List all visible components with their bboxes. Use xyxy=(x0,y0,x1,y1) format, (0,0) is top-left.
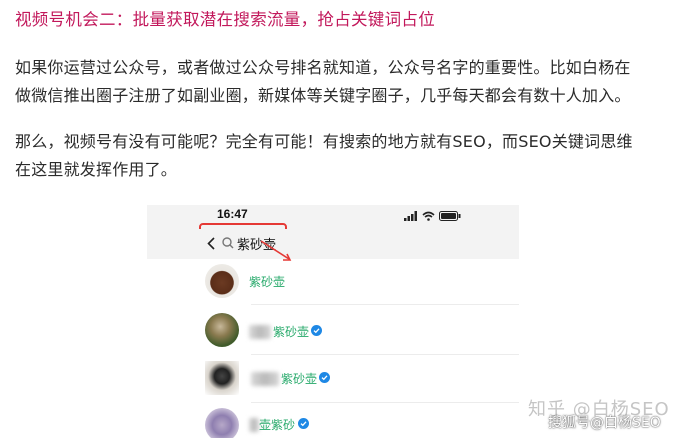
result-row[interactable]: 紫砂壶 xyxy=(147,307,519,355)
avatar xyxy=(205,361,239,395)
result-row[interactable]: 紫砂壶 xyxy=(147,355,519,403)
result-name: 紫砂壶 xyxy=(281,372,318,386)
search-bar[interactable]: 紫砂壶 xyxy=(147,229,519,259)
blurred-prefix xyxy=(249,325,271,339)
avatar xyxy=(205,408,239,438)
blurred-prefix xyxy=(249,418,259,432)
avatar xyxy=(205,313,239,347)
embedded-phone-screenshot: 16:47 紫砂壶 紫砂壶 紫砂壶 紫砂壶 壶紫砂 xyxy=(147,205,519,438)
sohu-watermark: 搜狐号@白杨SEO xyxy=(548,415,661,431)
status-icons xyxy=(404,211,461,221)
avatar xyxy=(205,264,239,298)
result-row[interactable]: 壶紫砂 xyxy=(147,403,519,438)
result-name: 壶紫砂 xyxy=(259,418,296,432)
result-row[interactable]: 紫砂壶 xyxy=(147,259,519,305)
battery-icon xyxy=(439,211,461,221)
article-page: 视频号机会二：批量获取潜在搜索流量，抢占关键词占位 如果你运营过公众号，或者做过… xyxy=(0,0,688,438)
status-time: 16:47 xyxy=(217,207,248,221)
row-divider xyxy=(251,304,519,305)
paragraph-2: 那么，视频号有没有可能呢？完全有可能！有搜索的地方就有SEO，而SEO关键词思维… xyxy=(15,128,633,184)
paragraph-2-line-2: 在这里就发挥作用了。 xyxy=(15,160,178,179)
back-chevron-icon[interactable] xyxy=(207,237,215,250)
paragraph-1-line-1: 如果你运营过公众号，或者做过公众号排名就知道，公众号名字的重要性。比如白杨在 xyxy=(15,58,631,77)
signal-icon xyxy=(404,211,417,221)
verified-badge-icon xyxy=(298,418,309,429)
paragraph-1-line-2: 做微信推出圈子注册了如副业圈，新媒体等关键字圈子，几乎每天都会有数十人加入。 xyxy=(15,86,631,105)
blurred-prefix xyxy=(251,372,279,386)
section-heading: 视频号机会二：批量获取潜在搜索流量，抢占关键词占位 xyxy=(15,10,435,29)
wifi-icon xyxy=(422,211,435,221)
result-name: 紫砂壶 xyxy=(249,275,286,289)
paragraph-2-line-1: 那么，视频号有没有可能呢？完全有可能！有搜索的地方就有SEO，而SEO关键词思维 xyxy=(15,132,633,151)
verified-badge-icon xyxy=(319,372,330,383)
result-name: 紫砂壶 xyxy=(273,325,310,339)
verified-badge-icon xyxy=(311,325,322,336)
paragraph-1: 如果你运营过公众号，或者做过公众号排名就知道，公众号名字的重要性。比如白杨在 做… xyxy=(15,54,631,110)
search-icon xyxy=(222,237,234,249)
